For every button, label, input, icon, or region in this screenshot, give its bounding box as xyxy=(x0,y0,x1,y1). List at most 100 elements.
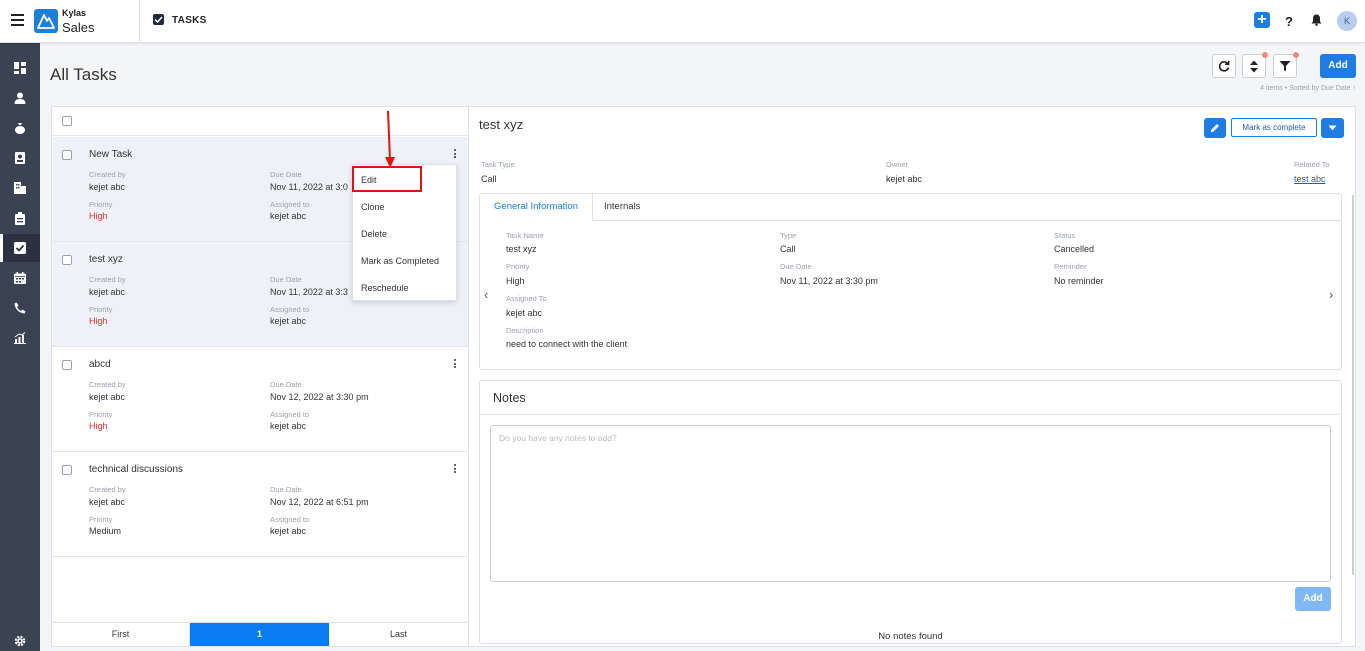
user-avatar[interactable]: K xyxy=(1337,11,1357,31)
created-by-label: Created by xyxy=(89,170,126,179)
priority-label: Priority xyxy=(89,200,113,209)
task-title[interactable]: technical discussions xyxy=(89,464,183,475)
due-date-label: Due Date xyxy=(270,380,302,389)
assigned-to-label: Assigned to xyxy=(270,515,310,524)
task-name-value: test xyz xyxy=(506,244,537,254)
type-value: Call xyxy=(780,244,796,254)
task-title[interactable]: New Task xyxy=(89,149,132,160)
more-options-icon[interactable] xyxy=(454,359,457,370)
due-date-value: Nov 11, 2022 at 3:30 pm xyxy=(780,276,878,286)
general-info-card: General Information Internals ‹ › Task N… xyxy=(479,193,1342,370)
select-all-checkbox[interactable] xyxy=(62,116,72,126)
sort-icon xyxy=(1250,60,1258,73)
notes-input[interactable] xyxy=(490,425,1331,582)
menu-item-delete[interactable]: Delete xyxy=(361,229,387,239)
dashboard-icon xyxy=(14,62,26,74)
pencil-icon xyxy=(1211,124,1219,132)
page-first-button[interactable]: First xyxy=(52,623,190,646)
assigned-to-value: kejet abc xyxy=(506,308,543,318)
sidebar-item-contacts[interactable] xyxy=(0,84,40,112)
pagination: First 1 Last xyxy=(52,622,468,646)
row-checkbox[interactable] xyxy=(62,150,72,160)
page-current-button[interactable]: 1 xyxy=(190,623,329,646)
related-to-link[interactable]: test abc xyxy=(1294,174,1326,184)
sidebar-item-dashboard[interactable] xyxy=(0,54,40,82)
companies-icon xyxy=(14,182,26,194)
chevron-right-icon[interactable]: › xyxy=(1329,287,1333,302)
contacts-icon xyxy=(14,92,26,104)
sort-info: 4 items • Sorted by Due Date ↑ xyxy=(1260,85,1356,92)
due-date-label: Due Date xyxy=(270,170,302,179)
created-by-value: kejet abc xyxy=(89,497,126,507)
task-row[interactable]: technical discussions Created by kejet a… xyxy=(52,452,468,557)
phone-icon xyxy=(14,302,26,314)
sidebar-item-deals[interactable] xyxy=(0,114,40,142)
quick-add-icon[interactable]: + xyxy=(1254,12,1270,28)
due-date-label: Due Date xyxy=(780,262,812,271)
brand-name: Kylas xyxy=(62,8,87,18)
created-by-label: Created by xyxy=(89,380,126,389)
products-icon xyxy=(15,212,25,225)
sidebar-item-calendar[interactable] xyxy=(0,264,40,292)
owner-value: kejet abc xyxy=(886,174,923,184)
sidebar-item-settings[interactable] xyxy=(0,627,40,651)
list-header xyxy=(52,107,468,136)
sidebar-item-tasks[interactable] xyxy=(0,234,40,262)
refresh-button[interactable] xyxy=(1212,54,1236,78)
tab-general-information[interactable]: General Information xyxy=(480,194,593,221)
scrollbar[interactable] xyxy=(1352,195,1354,575)
add-task-button[interactable]: Add xyxy=(1320,54,1356,78)
due-date-value: Nov 12, 2022 at 6:51 pm xyxy=(270,497,369,507)
description-value: need to connect with the client xyxy=(506,339,628,349)
add-note-button[interactable]: Add xyxy=(1295,587,1331,611)
filter-icon xyxy=(1279,61,1291,71)
more-options-icon[interactable] xyxy=(454,464,457,475)
kylas-logo-icon[interactable] xyxy=(34,9,58,33)
page-last-button[interactable]: Last xyxy=(329,623,468,646)
chevron-left-icon[interactable]: ‹ xyxy=(484,287,488,302)
filter-indicator-dot xyxy=(1293,52,1299,58)
task-row[interactable]: abcd Created by kejet abc Due Date Nov 1… xyxy=(52,347,468,452)
task-type-label: Task Type xyxy=(481,160,515,169)
sidebar-item-reports[interactable] xyxy=(0,324,40,352)
task-name-label: Task Name xyxy=(506,231,544,240)
reminder-value: No reminder xyxy=(1054,276,1104,286)
assigned-to-label: Assigned to xyxy=(270,305,310,314)
sidebar-item-calls[interactable] xyxy=(0,294,40,322)
brand-product: Sales xyxy=(62,20,95,35)
reports-icon xyxy=(14,332,26,344)
row-checkbox[interactable] xyxy=(62,465,72,475)
due-date-value: Nov 12, 2022 at 3:30 pm xyxy=(270,392,369,402)
menu-item-mark-completed[interactable]: Mark as Completed xyxy=(361,256,439,266)
row-checkbox[interactable] xyxy=(62,360,72,370)
task-type-value: Call xyxy=(481,174,497,184)
related-to-label: Related To xyxy=(1294,160,1330,169)
gear-icon xyxy=(14,635,26,647)
status-value: Cancelled xyxy=(1054,244,1095,254)
due-date-label: Due Date xyxy=(270,485,302,494)
more-options-icon[interactable] xyxy=(454,149,457,160)
task-title[interactable]: test xyz xyxy=(89,254,123,265)
more-actions-button[interactable] xyxy=(1321,118,1344,138)
filter-button[interactable] xyxy=(1273,52,1299,78)
divider xyxy=(480,414,1341,415)
mark-as-complete-button[interactable]: Mark as complete xyxy=(1231,118,1317,137)
sidebar-item-products[interactable] xyxy=(0,204,40,232)
task-title[interactable]: abcd xyxy=(89,359,111,370)
menu-item-reschedule[interactable]: Reschedule xyxy=(361,283,409,293)
notifications-bell-icon[interactable] xyxy=(1311,13,1322,31)
tab-internals[interactable]: Internals xyxy=(604,194,640,220)
sort-button[interactable] xyxy=(1242,52,1268,78)
help-icon[interactable]: ? xyxy=(1285,14,1293,29)
priority-value: High xyxy=(89,421,108,431)
menu-item-clone[interactable]: Clone xyxy=(361,202,385,212)
caret-down-icon xyxy=(1328,125,1337,131)
menu-icon[interactable] xyxy=(11,14,24,26)
page-title: All Tasks xyxy=(50,65,117,84)
sidebar-item-leads[interactable] xyxy=(0,144,40,172)
detail-tabs: General Information Internals xyxy=(480,194,1341,221)
sidebar-item-companies[interactable] xyxy=(0,174,40,202)
row-checkbox[interactable] xyxy=(62,255,72,265)
edit-button[interactable] xyxy=(1204,118,1226,138)
due-date-label: Due Date xyxy=(270,275,302,284)
